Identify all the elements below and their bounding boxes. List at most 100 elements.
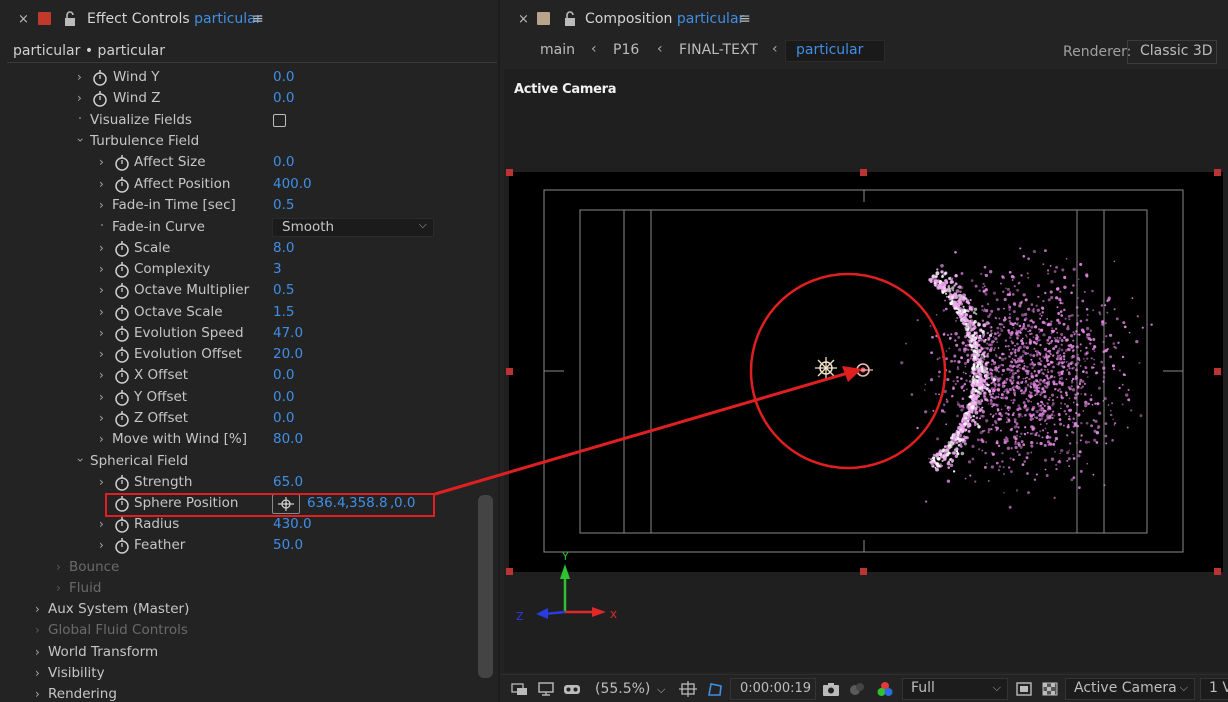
expand-arrow-icon[interactable]: › <box>99 198 104 212</box>
property-row-affect-position[interactable]: › Affect Position 400.0 <box>0 175 478 196</box>
property-value[interactable]: 1.5 <box>273 304 294 320</box>
close-panel-button[interactable]: × <box>18 12 29 27</box>
breadcrumb-main[interactable]: main <box>540 42 575 58</box>
property-value[interactable]: 8.0 <box>273 240 294 256</box>
group-fluid[interactable]: › Fluid <box>0 579 478 600</box>
property-value[interactable]: 0.0 <box>273 90 294 106</box>
renderer-button[interactable]: Classic 3D <box>1127 40 1217 64</box>
property-row-octave-scale[interactable]: › Octave Scale 1.5 <box>0 303 478 324</box>
expand-arrow-icon[interactable]: › <box>35 623 40 637</box>
stopwatch-icon[interactable] <box>114 410 130 427</box>
expand-arrow-icon[interactable]: › <box>99 155 104 169</box>
property-row-feather[interactable]: › Feather 50.0 <box>0 536 478 557</box>
stopwatch-icon[interactable] <box>114 346 130 363</box>
group-turbulence-field[interactable]: › Turbulence Field <box>0 132 478 153</box>
property-row-radius[interactable]: › Radius 430.0 <box>0 515 478 536</box>
group-spherical-field[interactable]: › Spherical Field <box>0 452 478 473</box>
composition-viewer[interactable]: Active Camera Y x Z <box>504 69 1228 672</box>
property-row-complexity[interactable]: › Complexity 3 <box>0 260 478 281</box>
property-row-octave-multiplier[interactable]: › Octave Multiplier 0.5 <box>0 281 478 302</box>
expand-arrow-icon[interactable]: › <box>99 368 104 382</box>
panel-menu-icon[interactable]: ≡ <box>252 11 264 27</box>
expand-arrow-icon[interactable]: › <box>99 432 104 446</box>
stopwatch-icon[interactable] <box>114 282 130 299</box>
fade-in-curve-dropdown[interactable]: Smooth ⌵ <box>272 218 434 237</box>
lock-icon[interactable] <box>62 10 78 28</box>
stopwatch-icon[interactable] <box>92 69 108 86</box>
property-row-scale[interactable]: › Scale 8.0 <box>0 239 478 260</box>
property-value[interactable]: 0.5 <box>273 282 294 298</box>
group-bounce[interactable]: › Bounce <box>0 558 478 579</box>
expand-arrow-icon[interactable]: › <box>35 666 40 680</box>
breadcrumb-final-text[interactable]: FINAL-TEXT <box>679 42 758 58</box>
collapse-arrow-icon[interactable]: › <box>73 458 87 463</box>
group-rendering[interactable]: › Rendering <box>0 685 478 702</box>
stopwatch-icon[interactable] <box>114 261 130 278</box>
expand-arrow-icon[interactable]: › <box>99 305 104 319</box>
expand-arrow-icon[interactable]: › <box>77 91 82 105</box>
expand-arrow-icon[interactable]: › <box>99 517 104 531</box>
property-value[interactable]: 20.0 <box>273 346 303 362</box>
stopwatch-icon[interactable] <box>114 325 130 342</box>
property-row-evolution-speed[interactable]: › Evolution Speed 47.0 <box>0 324 478 345</box>
composition-frame[interactable] <box>509 172 1223 572</box>
stopwatch-icon[interactable] <box>114 240 130 257</box>
color-channels-icon[interactable] <box>876 681 894 697</box>
expand-arrow-icon[interactable]: › <box>99 538 104 552</box>
property-value[interactable]: 47.0 <box>273 325 303 341</box>
property-row-wind-y[interactable]: › Wind Y 0.0 <box>0 68 478 89</box>
stopwatch-icon[interactable] <box>114 176 130 193</box>
visualize-fields-checkbox[interactable] <box>273 114 286 127</box>
stopwatch-icon[interactable] <box>114 537 130 554</box>
stopwatch-icon[interactable] <box>114 154 130 171</box>
scrollbar-thumb[interactable] <box>478 495 493 678</box>
label-color-swatch[interactable] <box>38 12 51 25</box>
property-row-evolution-offset[interactable]: › Evolution Offset 20.0 <box>0 345 478 366</box>
expand-arrow-icon[interactable]: › <box>99 283 104 297</box>
mask-visibility-icon[interactable] <box>706 681 724 697</box>
property-value[interactable]: 0.0 <box>273 367 294 383</box>
vr-goggles-icon[interactable] <box>563 681 581 697</box>
group-visibility[interactable]: › Visibility <box>0 664 478 685</box>
resolution-dropdown[interactable]: Full ⌵ <box>902 678 1008 700</box>
layer-handle[interactable] <box>1214 368 1221 375</box>
expand-arrow-icon[interactable]: › <box>35 687 40 701</box>
stopwatch-icon[interactable] <box>114 367 130 384</box>
layer-handle[interactable] <box>1214 169 1221 176</box>
panel-menu-icon[interactable]: ≡ <box>739 11 751 27</box>
lock-icon[interactable] <box>562 10 578 28</box>
layer-handle[interactable] <box>860 568 867 575</box>
expand-arrow-icon[interactable]: › <box>35 602 40 616</box>
stopwatch-icon[interactable] <box>114 474 130 491</box>
property-value[interactable]: 0.0 <box>273 69 294 85</box>
close-panel-button[interactable]: × <box>518 12 529 27</box>
property-value[interactable]: 0.0 <box>273 154 294 170</box>
view-layout-dropdown[interactable]: 1 V <box>1200 678 1228 700</box>
expand-arrow-icon[interactable]: › <box>35 645 40 659</box>
expand-arrow-icon[interactable]: › <box>99 475 104 489</box>
property-value[interactable]: 0.5 <box>273 197 294 213</box>
collapse-arrow-icon[interactable]: › <box>73 138 87 143</box>
property-row-fade-in-time[interactable]: › Fade-in Time [sec] 0.5 <box>0 196 478 217</box>
property-value[interactable]: 0.0 <box>273 410 294 426</box>
grid-guides-icon[interactable] <box>679 681 697 697</box>
current-time-display[interactable]: 0:00:00:19 <box>730 678 816 700</box>
expand-arrow-icon[interactable]: › <box>56 581 61 595</box>
property-row-wind-z[interactable]: › Wind Z 0.0 <box>0 89 478 110</box>
stopwatch-icon[interactable] <box>114 389 130 406</box>
chevron-down-icon[interactable]: ⌵ <box>657 683 665 697</box>
property-value[interactable]: 400.0 <box>273 176 312 192</box>
always-preview-icon[interactable] <box>511 681 529 697</box>
property-value[interactable]: 65.0 <box>273 474 303 490</box>
layer-handle[interactable] <box>506 368 513 375</box>
property-row-y-offset[interactable]: › Y Offset 0.0 <box>0 388 478 409</box>
expand-arrow-icon[interactable]: › <box>99 347 104 361</box>
layer-handle[interactable] <box>506 169 513 176</box>
property-value[interactable]: 3 <box>273 261 282 277</box>
expand-arrow-icon[interactable]: › <box>99 262 104 276</box>
stopwatch-icon[interactable] <box>114 304 130 321</box>
expand-arrow-icon[interactable]: › <box>99 326 104 340</box>
magnification-dropdown[interactable]: (55.5%) <box>595 681 650 697</box>
property-value[interactable]: 50.0 <box>273 537 303 553</box>
region-of-interest-icon[interactable] <box>1015 681 1033 697</box>
